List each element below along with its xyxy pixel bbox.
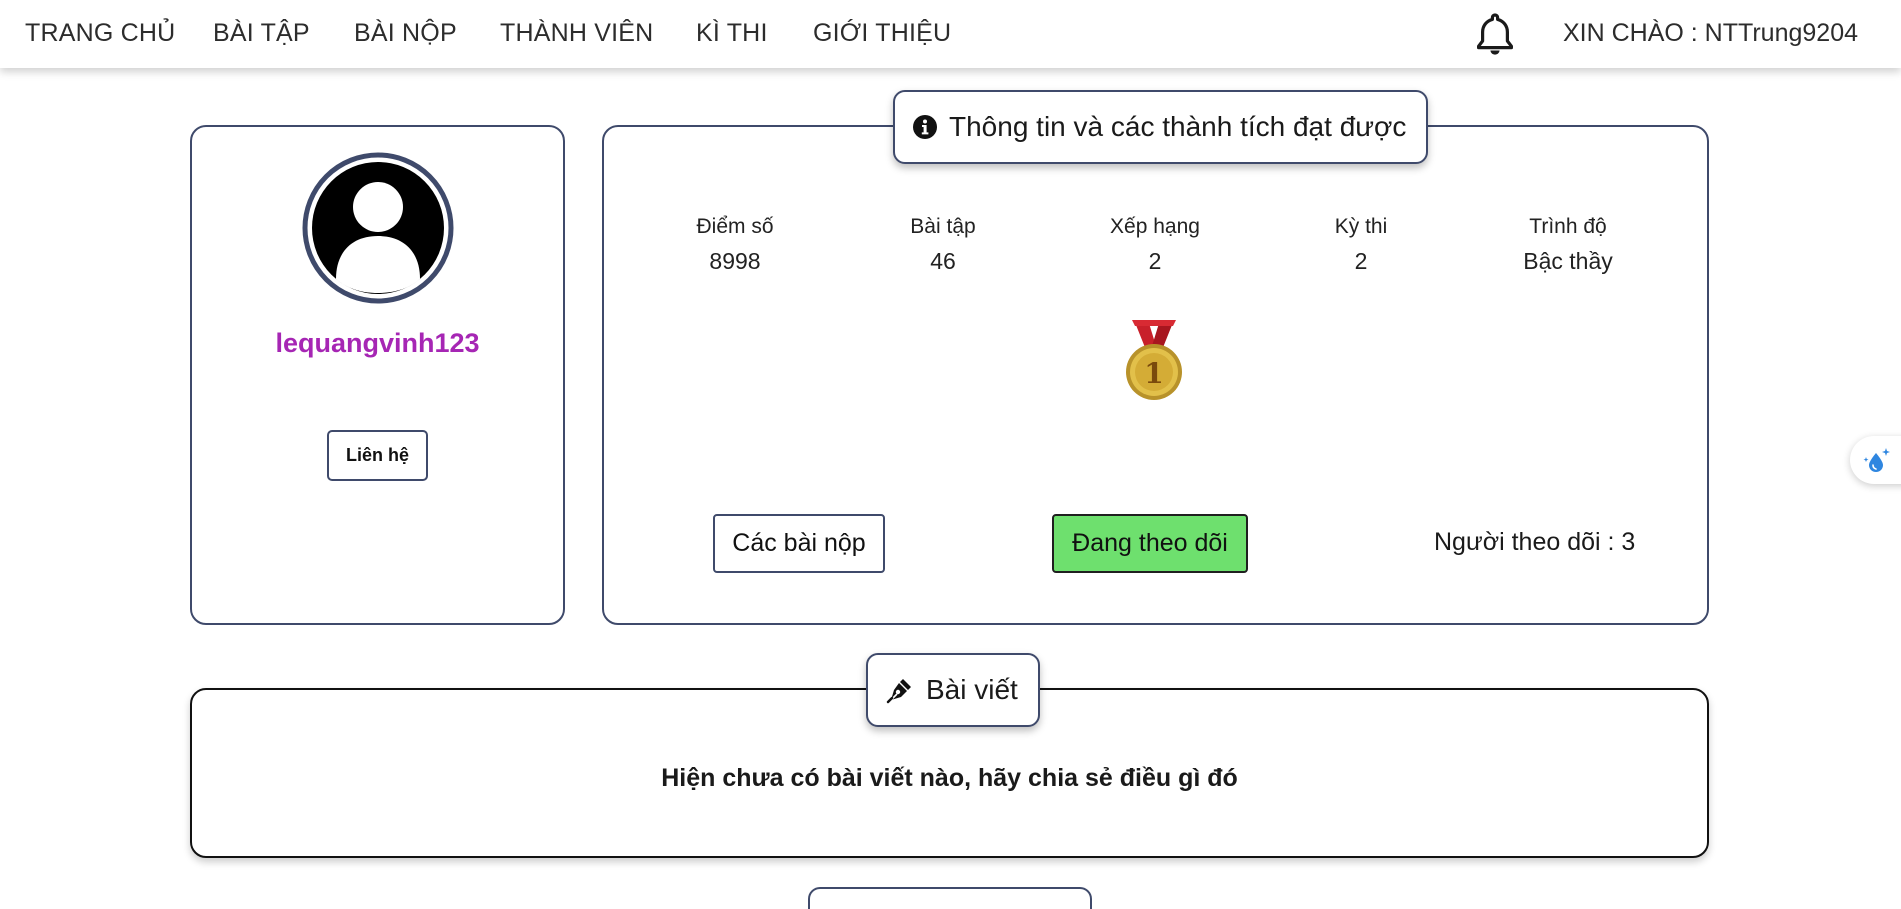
stat-label: Điểm số [696,215,774,238]
profile-username: lequangvinh123 [275,328,480,358]
stat-level: Trình độ Bậc thầy [1483,215,1653,275]
nav-item-contests[interactable]: KÌ THI [696,19,768,48]
stat-score: Điểm số 8998 [650,215,820,275]
top-navbar: TRANG CHỦ BÀI TẬP BÀI NỘP THÀNH VIÊN KÌ … [0,0,1901,68]
contact-button[interactable]: Liên hệ [327,430,428,481]
stat-value: Bậc thầy [1523,248,1613,274]
nav-item-exercises[interactable]: BÀI TẬP [213,19,310,48]
info-icon [913,115,937,139]
stat-label: Bài tập [910,215,976,238]
pen-icon [886,679,911,704]
stat-rank: Xếp hạng 2 [1070,215,1240,275]
achievements-header: Thông tin và các thành tích đạt được [893,90,1429,164]
water-drop-sparkle-icon [1863,448,1890,472]
stat-label: Xếp hạng [1110,215,1200,238]
followers-count: Người theo dõi : 3 [1434,528,1636,556]
stat-value: 8998 [709,248,761,274]
nav-item-members[interactable]: THÀNH VIÊN [500,19,653,48]
posts-title: Bài viết [926,674,1018,705]
nav-item-about[interactable]: GIỚI THIỆU [813,19,951,48]
submissions-button[interactable]: Các bài nộp [713,514,885,573]
following-button[interactable]: Đang theo dõi [1052,514,1248,573]
nav-item-home[interactable]: TRANG CHỦ [25,19,175,48]
stat-label: Trình độ [1529,215,1607,238]
profile-card: lequangvinh123 Liên hệ [190,125,565,625]
stat-value: 2 [1354,248,1368,274]
posts-empty-message: Hiện chưa có bài viết nào, hãy chia sẻ đ… [661,764,1238,792]
avatar [302,152,454,304]
stat-contests: Kỳ thi 2 [1276,215,1446,275]
gold-medal-icon: 1 [1124,318,1184,402]
next-section-header [808,887,1092,909]
stat-value: 46 [930,248,956,274]
medal-number: 1 [1144,357,1163,390]
nav-item-submissions[interactable]: BÀI NỘP [354,19,457,48]
user-greeting[interactable]: XIN CHÀO : NTTrung9204 [1563,19,1858,48]
stat-exercises: Bài tập 46 [858,215,1028,275]
bell-icon[interactable] [1474,12,1516,56]
posts-header: Bài viết [866,653,1040,727]
floating-widget[interactable] [1850,436,1901,484]
achievements-title: Thông tin và các thành tích đạt được [949,111,1407,142]
stat-label: Kỳ thi [1334,215,1388,238]
stat-value: 2 [1148,248,1162,274]
